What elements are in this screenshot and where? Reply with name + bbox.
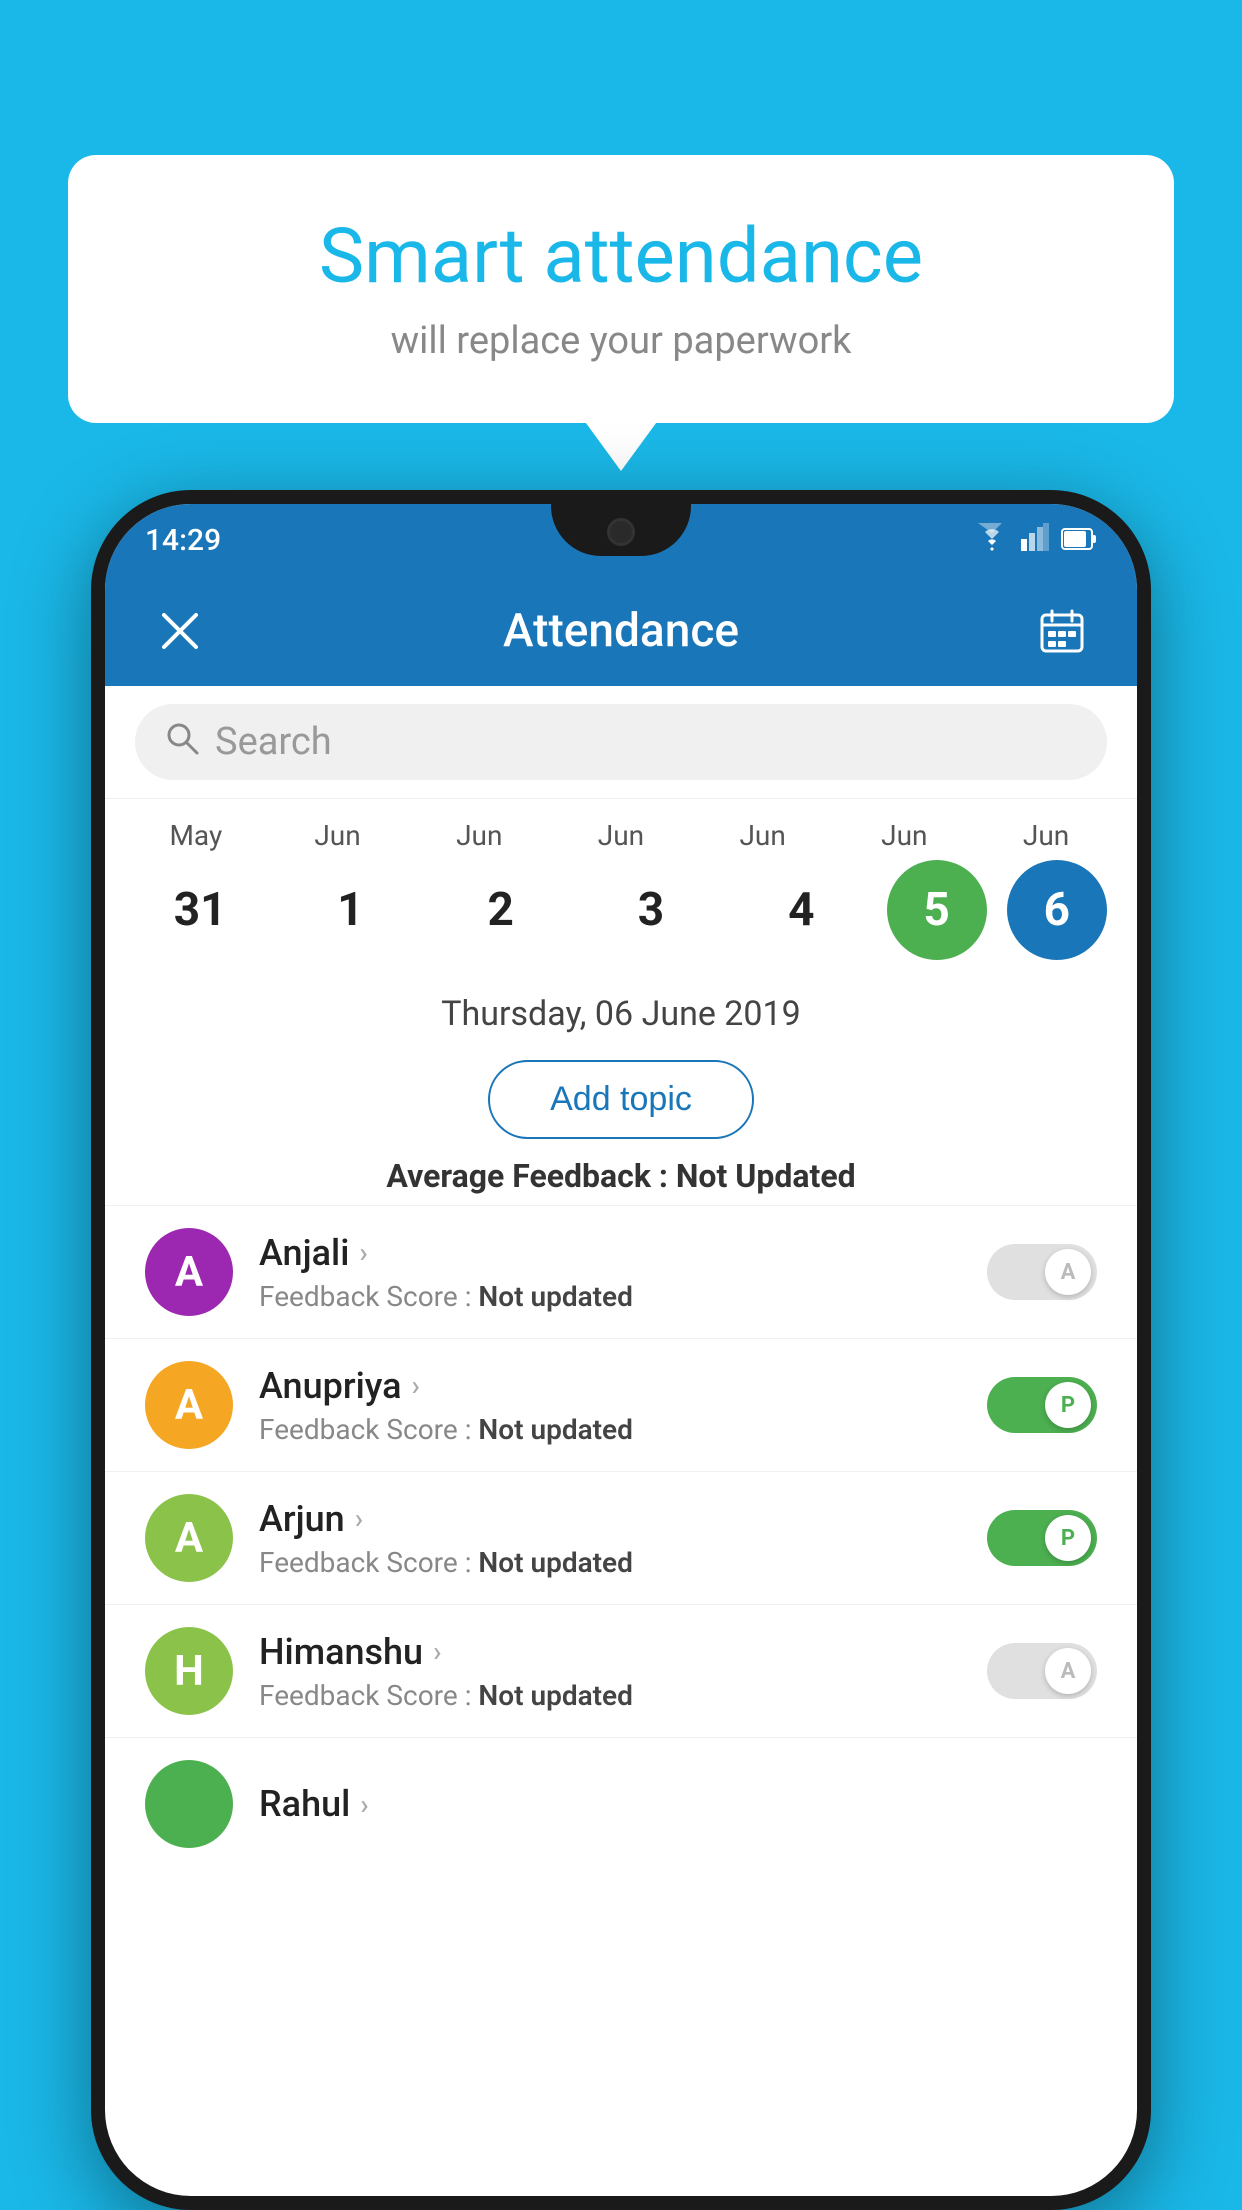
- close-button[interactable]: [145, 596, 215, 666]
- chevron-icon: ›: [412, 1369, 420, 1402]
- notch: [551, 504, 691, 556]
- avatar-anupriya: A: [145, 1361, 233, 1449]
- student-feedback-anjali: Feedback Score : Not updated: [259, 1280, 941, 1313]
- avg-feedback: Average Feedback : Not Updated: [105, 1157, 1137, 1195]
- toggle-anjali-container: A: [967, 1244, 1097, 1300]
- month-jun-1: Jun: [273, 819, 403, 852]
- feedback-value-anupriya: Not updated: [478, 1413, 632, 1446]
- student-name-arjun: Arjun ›: [259, 1498, 941, 1540]
- add-topic-container: Add topic: [105, 1060, 1137, 1139]
- student-item: A Arjun › Feedback Score : Not updated: [105, 1471, 1137, 1604]
- bubble-subtitle: will replace your paperwork: [118, 319, 1124, 363]
- toggle-knob-anupriya: P: [1045, 1382, 1091, 1428]
- avg-feedback-label: Average Feedback :: [386, 1157, 668, 1195]
- app-bar: Attendance: [105, 576, 1137, 686]
- month-jun-2: Jun: [414, 819, 544, 852]
- avatar-partial: [145, 1760, 233, 1848]
- signal-icon: [1021, 523, 1049, 558]
- student-name-anjali: Anjali ›: [259, 1232, 941, 1274]
- feedback-value-arjun: Not updated: [478, 1546, 632, 1579]
- phone-frame: 14:29: [91, 490, 1151, 2210]
- status-time: 14:29: [145, 523, 221, 558]
- avatar-arjun: A: [145, 1494, 233, 1582]
- toggle-knob-himanshu: A: [1045, 1648, 1091, 1694]
- date-6-selected[interactable]: 6: [1007, 860, 1107, 960]
- month-row: May Jun Jun Jun Jun Jun Jun: [105, 819, 1137, 852]
- chevron-icon: ›: [355, 1502, 363, 1535]
- chevron-icon: ›: [359, 1236, 367, 1269]
- student-item: A Anupriya › Feedback Score : Not update…: [105, 1338, 1137, 1471]
- feedback-value-anjali: Not updated: [478, 1280, 632, 1313]
- student-item: H Himanshu › Feedback Score : Not update…: [105, 1604, 1137, 1737]
- date-1[interactable]: 1: [285, 860, 415, 960]
- search-bar[interactable]: Search: [135, 704, 1107, 780]
- toggle-anjali[interactable]: A: [987, 1244, 1097, 1300]
- avatar-anjali: A: [145, 1228, 233, 1316]
- student-list: A Anjali › Feedback Score : Not updated: [105, 1205, 1137, 1870]
- toggle-knob-anjali: A: [1045, 1249, 1091, 1295]
- camera: [607, 518, 635, 546]
- status-bar: 14:29: [105, 504, 1137, 576]
- app-bar-title: Attendance: [503, 604, 739, 658]
- toggle-arjun-container: P: [967, 1510, 1097, 1566]
- bubble-title: Smart attendance: [118, 215, 1124, 299]
- search-container: Search: [105, 686, 1137, 799]
- toggle-himanshu[interactable]: A: [987, 1643, 1097, 1699]
- month-jun-6: Jun: [981, 819, 1111, 852]
- date-4[interactable]: 4: [736, 860, 866, 960]
- student-info-anupriya[interactable]: Anupriya › Feedback Score : Not updated: [259, 1365, 941, 1446]
- speech-bubble: Smart attendance will replace your paper…: [68, 155, 1174, 423]
- student-feedback-arjun: Feedback Score : Not updated: [259, 1546, 941, 1579]
- student-info-arjun[interactable]: Arjun › Feedback Score : Not updated: [259, 1498, 941, 1579]
- date-2[interactable]: 2: [436, 860, 566, 960]
- toggle-knob-arjun: P: [1045, 1515, 1091, 1561]
- search-icon: [165, 721, 199, 764]
- selected-date-label: Thursday, 06 June 2019: [105, 970, 1137, 1050]
- student-feedback-anupriya: Feedback Score : Not updated: [259, 1413, 941, 1446]
- calendar-strip: May Jun Jun Jun Jun Jun Jun 31 1 2 3 4 5…: [105, 799, 1137, 970]
- student-name-himanshu: Himanshu ›: [259, 1631, 941, 1673]
- month-jun-3: Jun: [556, 819, 686, 852]
- calendar-button[interactable]: [1027, 596, 1097, 666]
- month-jun-4: Jun: [698, 819, 828, 852]
- wifi-icon: [975, 523, 1009, 558]
- add-topic-button[interactable]: Add topic: [488, 1060, 754, 1139]
- student-item-partial: Rahul ›: [105, 1737, 1137, 1870]
- date-5-today[interactable]: 5: [887, 860, 987, 960]
- feedback-value-himanshu: Not updated: [478, 1679, 632, 1712]
- chevron-icon: ›: [433, 1635, 441, 1668]
- date-3[interactable]: 3: [586, 860, 716, 960]
- month-may: May: [131, 819, 261, 852]
- toggle-anupriya[interactable]: P: [987, 1377, 1097, 1433]
- chevron-icon: ›: [360, 1788, 368, 1821]
- toggle-anupriya-container: P: [967, 1377, 1097, 1433]
- date-31[interactable]: 31: [135, 860, 265, 960]
- battery-icon: [1061, 524, 1097, 557]
- student-name-partial: Rahul ›: [259, 1783, 1097, 1825]
- student-info-himanshu[interactable]: Himanshu › Feedback Score : Not updated: [259, 1631, 941, 1712]
- toggle-arjun[interactable]: P: [987, 1510, 1097, 1566]
- month-jun-5: Jun: [839, 819, 969, 852]
- avatar-himanshu: H: [145, 1627, 233, 1715]
- phone-container: 14:29: [91, 490, 1151, 2210]
- avg-feedback-value: Not Updated: [676, 1157, 856, 1195]
- student-name-anupriya: Anupriya ›: [259, 1365, 941, 1407]
- status-icons: [975, 523, 1097, 558]
- search-placeholder: Search: [215, 720, 332, 764]
- student-item: A Anjali › Feedback Score : Not updated: [105, 1205, 1137, 1338]
- date-row: 31 1 2 3 4 5 6: [105, 860, 1137, 960]
- speech-bubble-container: Smart attendance will replace your paper…: [68, 155, 1174, 423]
- student-info-partial[interactable]: Rahul ›: [259, 1783, 1097, 1825]
- toggle-himanshu-container: A: [967, 1643, 1097, 1699]
- content-area: Thursday, 06 June 2019 Add topic Average…: [105, 970, 1137, 1870]
- student-info-anjali[interactable]: Anjali › Feedback Score : Not updated: [259, 1232, 941, 1313]
- student-feedback-himanshu: Feedback Score : Not updated: [259, 1679, 941, 1712]
- phone-screen: 14:29: [105, 504, 1137, 2196]
